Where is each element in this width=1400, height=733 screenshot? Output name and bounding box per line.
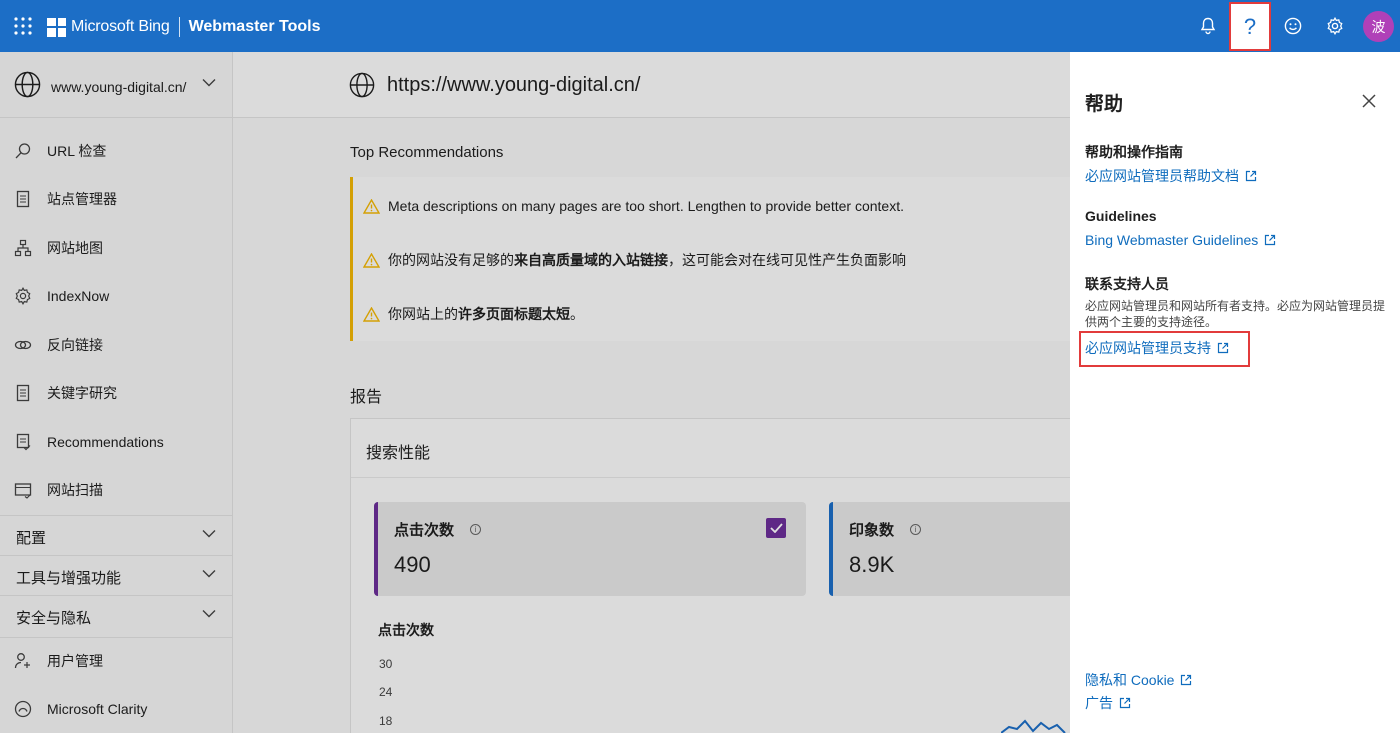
support-description: 必应网站管理员和网站所有者支持。必应为网站管理员提供两个主要的支持途径。 xyxy=(1085,299,1386,329)
external-link-icon xyxy=(1245,170,1257,182)
guidelines-link[interactable]: Bing Webmaster Guidelines xyxy=(1085,232,1276,248)
external-link-icon xyxy=(1119,697,1131,709)
settings-button[interactable] xyxy=(1323,14,1347,38)
link-text: 必应网站管理员帮助文档 xyxy=(1085,168,1239,184)
help-docs-link[interactable]: 必应网站管理员帮助文档 xyxy=(1085,166,1257,186)
question-mark-icon: ? xyxy=(1243,13,1257,39)
link-text: Bing Webmaster Guidelines xyxy=(1085,232,1259,248)
feedback-button[interactable] xyxy=(1281,14,1305,38)
highlight-annotation xyxy=(1079,331,1250,367)
external-link-icon xyxy=(1181,674,1192,686)
link-text: 广告 xyxy=(1085,695,1113,711)
help-panel: 帮助 帮助和操作指南 必应网站管理员帮助文档 Guidelines Bing W… xyxy=(1070,52,1400,733)
brand-divider xyxy=(178,17,180,37)
help-section-heading: 联系支持人员 xyxy=(1085,276,1169,292)
help-section-heading: 帮助和操作指南 xyxy=(1085,144,1183,160)
modal-overlay[interactable] xyxy=(0,52,1070,733)
product-name: Webmaster Tools xyxy=(188,18,321,35)
user-avatar[interactable]: 波 xyxy=(1363,11,1394,42)
top-bar: Microsoft Bing Webmaster Tools ? 波 xyxy=(0,0,1400,52)
help-section-heading: Guidelines xyxy=(1085,208,1157,224)
ads-link[interactable]: 广告 xyxy=(1085,693,1131,713)
app-launcher-icon[interactable] xyxy=(14,17,32,35)
link-text: 隐私和 Cookie xyxy=(1085,672,1175,688)
external-link-icon xyxy=(1265,234,1276,246)
bell-icon xyxy=(1200,17,1216,35)
brand-name: Microsoft Bing xyxy=(71,18,170,35)
microsoft-logo-icon xyxy=(47,17,66,37)
privacy-cookie-link[interactable]: 隐私和 Cookie xyxy=(1085,670,1192,690)
notifications-button[interactable] xyxy=(1196,14,1220,38)
brand[interactable]: Microsoft Bing Webmaster Tools xyxy=(47,16,320,38)
close-icon[interactable] xyxy=(1360,92,1378,110)
smiley-icon xyxy=(1284,17,1302,35)
help-panel-title: 帮助 xyxy=(1085,94,1124,115)
help-button[interactable]: ? xyxy=(1229,2,1271,51)
gear-icon xyxy=(1327,17,1343,35)
